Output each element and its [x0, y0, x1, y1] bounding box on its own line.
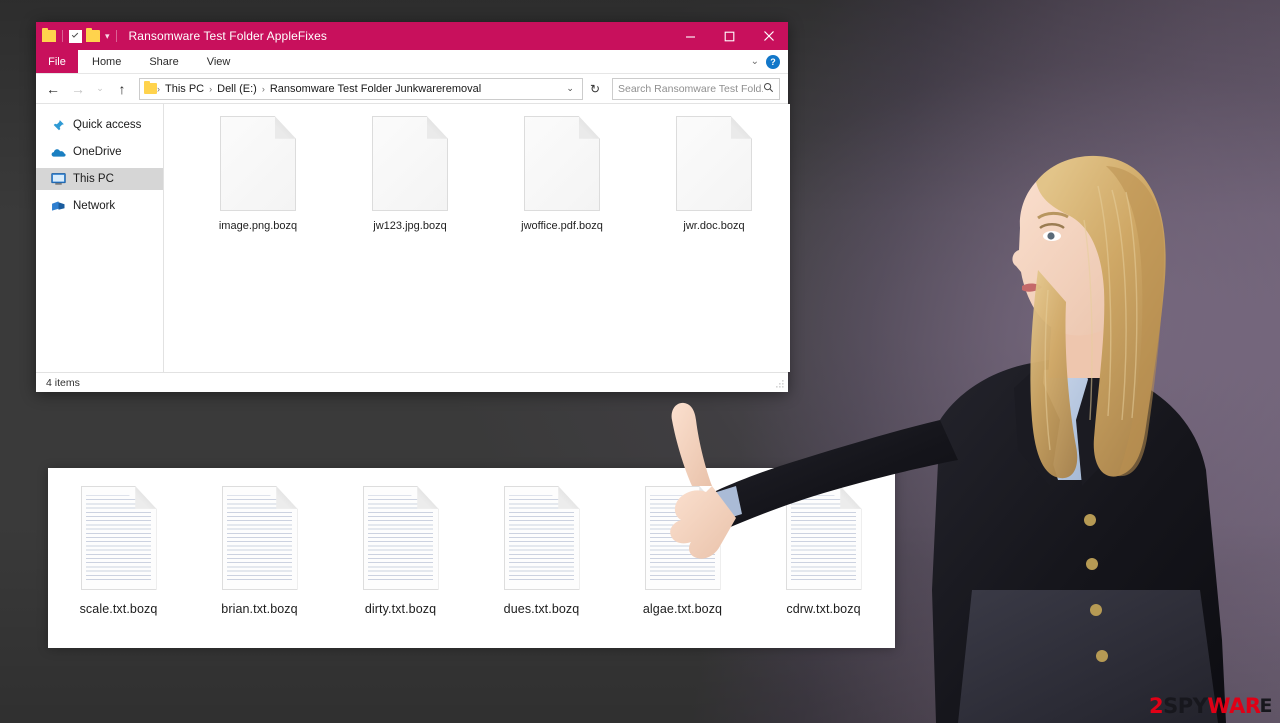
ribbon-tab-strip: File Home Share View ⌄ ? [36, 50, 788, 74]
file-name: brian.txt.bozq [221, 602, 298, 616]
file-list-view[interactable]: image.png.bozq jw123.jpg.bozq jwoffice.p… [164, 104, 790, 372]
blank-document-icon [220, 116, 296, 211]
logo-part-spy: SPY [1163, 694, 1208, 718]
file-name: jwr.doc.bozq [683, 220, 745, 232]
properties-checkbox-icon[interactable] [69, 29, 82, 43]
text-file-item[interactable]: dirty.txt.bozq [330, 486, 471, 616]
refresh-icon[interactable]: ↻ [586, 83, 604, 95]
quick-access-toolbar[interactable]: ▾ [42, 28, 119, 43]
status-item-count: 4 items [46, 376, 80, 389]
file-item[interactable]: jwoffice.pdf.bozq [486, 116, 638, 232]
customize-caret-icon[interactable]: ▾ [105, 31, 110, 41]
file-name: algae.txt.bozq [642, 602, 723, 616]
file-item[interactable]: jwr.doc.bozq [638, 116, 790, 232]
window-title: Ransomware Test Folder AppleFixes [128, 29, 328, 43]
file-name: cdrw.txt.bozq [786, 602, 861, 616]
search-icon[interactable] [763, 82, 774, 96]
file-name: dirty.txt.bozq [364, 602, 437, 616]
tab-share[interactable]: Share [135, 50, 192, 73]
address-dropdown-icon[interactable]: ⌄ [560, 83, 580, 94]
file-name: scale.txt.bozq [79, 602, 158, 616]
text-document-icon [80, 486, 157, 590]
file-grid: image.png.bozq jw123.jpg.bozq jwoffice.p… [164, 116, 790, 232]
title-bar[interactable]: ▾ Ransomware Test Folder AppleFixes [36, 22, 788, 50]
text-document-icon [221, 486, 298, 590]
file-name: jwoffice.pdf.bozq [521, 220, 603, 232]
forward-button[interactable]: → [67, 78, 89, 100]
sidebar-item-label: Quick access [73, 119, 142, 131]
text-document-icon [785, 486, 862, 590]
tab-file[interactable]: File [36, 50, 78, 73]
text-file-item[interactable]: algae.txt.bozq [612, 486, 753, 616]
tab-home[interactable]: Home [78, 50, 135, 73]
tab-view[interactable]: View [193, 50, 245, 73]
file-name: dues.txt.bozq [503, 602, 580, 616]
file-explorer-window: ▾ Ransomware Test Folder AppleFixes File… [36, 22, 790, 392]
file-item[interactable]: jw123.jpg.bozq [334, 116, 486, 232]
sidebar-item-label: This PC [73, 173, 114, 185]
text-document-icon [503, 486, 580, 590]
breadcrumb-item-folder[interactable]: Ransomware Test Folder Junkwareremoval [265, 83, 486, 95]
file-name: jw123.jpg.bozq [373, 220, 447, 232]
monitor-icon [50, 172, 66, 186]
logo-part-2: 2 [1149, 694, 1164, 718]
breadcrumb: › This PC › Dell (E:) › Ransomware Test … [157, 83, 560, 95]
maximize-icon[interactable] [710, 22, 749, 50]
minimize-icon[interactable] [671, 22, 710, 50]
resize-grip-icon[interactable] [774, 378, 786, 390]
network-icon [50, 199, 66, 213]
file-item[interactable]: image.png.bozq [182, 116, 334, 232]
text-file-item[interactable]: scale.txt.bozq [48, 486, 189, 616]
text-file-item[interactable]: dues.txt.bozq [471, 486, 612, 616]
sidebar-item-label: Network [73, 200, 116, 212]
sidebar-item-onedrive[interactable]: OneDrive [36, 141, 163, 163]
ribbon-right-controls: ⌄ ? [751, 50, 788, 73]
text-document-icon [644, 486, 721, 590]
chevron-down-icon[interactable]: ⌄ [751, 56, 759, 67]
breadcrumb-item-this-pc[interactable]: This PC [160, 83, 209, 95]
text-file-item[interactable]: cdrw.txt.bozq [753, 486, 894, 616]
up-button[interactable]: ↑ [111, 78, 133, 100]
encrypted-files-strip: scale.txt.bozq brian.txt.bozq dirty.txt.… [48, 468, 895, 648]
help-icon[interactable]: ? [766, 54, 780, 69]
breadcrumb-item-dell-e[interactable]: Dell (E:) [212, 83, 262, 95]
close-icon[interactable] [749, 22, 788, 50]
status-bar: 4 items [36, 372, 788, 392]
new-folder-icon[interactable] [86, 28, 100, 42]
search-input[interactable]: Search Ransomware Test Fold... [618, 83, 763, 95]
address-folder-icon [144, 81, 157, 94]
logo-part-e: E [1259, 695, 1273, 717]
cloud-icon [50, 145, 66, 159]
file-name: image.png.bozq [218, 220, 298, 232]
navigation-bar: ← → ⌄ ↑ › This PC › Dell (E:) › Ransomwa… [36, 74, 788, 104]
text-document-icon [362, 486, 439, 590]
explorer-body: Quick access OneDrive This PC Network im… [36, 104, 790, 372]
toolbar-divider-2 [115, 30, 117, 42]
sidebar-item-label: OneDrive [73, 146, 122, 158]
back-button[interactable]: ← [42, 78, 64, 100]
sidebar-item-quick-access[interactable]: Quick access [36, 114, 163, 136]
recent-locations-button[interactable]: ⌄ [92, 78, 108, 100]
text-file-item[interactable]: brian.txt.bozq [189, 486, 330, 616]
toolbar-divider [62, 30, 63, 42]
sidebar-item-network[interactable]: Network [36, 195, 163, 217]
pin-icon [50, 118, 66, 132]
navigation-pane: Quick access OneDrive This PC Network [36, 104, 164, 372]
blank-document-icon [524, 116, 600, 211]
address-bar[interactable]: › This PC › Dell (E:) › Ransomware Test … [139, 77, 583, 100]
blank-document-icon [676, 116, 752, 211]
site-logo: 2 SPY WAR E [1149, 694, 1273, 718]
sidebar-item-this-pc[interactable]: This PC [36, 168, 163, 190]
window-controls[interactable] [671, 22, 788, 50]
logo-part-war: WAR [1207, 694, 1261, 718]
folder-icon[interactable] [42, 28, 56, 42]
search-box[interactable]: Search Ransomware Test Fold... [612, 77, 780, 100]
blank-document-icon [372, 116, 448, 211]
